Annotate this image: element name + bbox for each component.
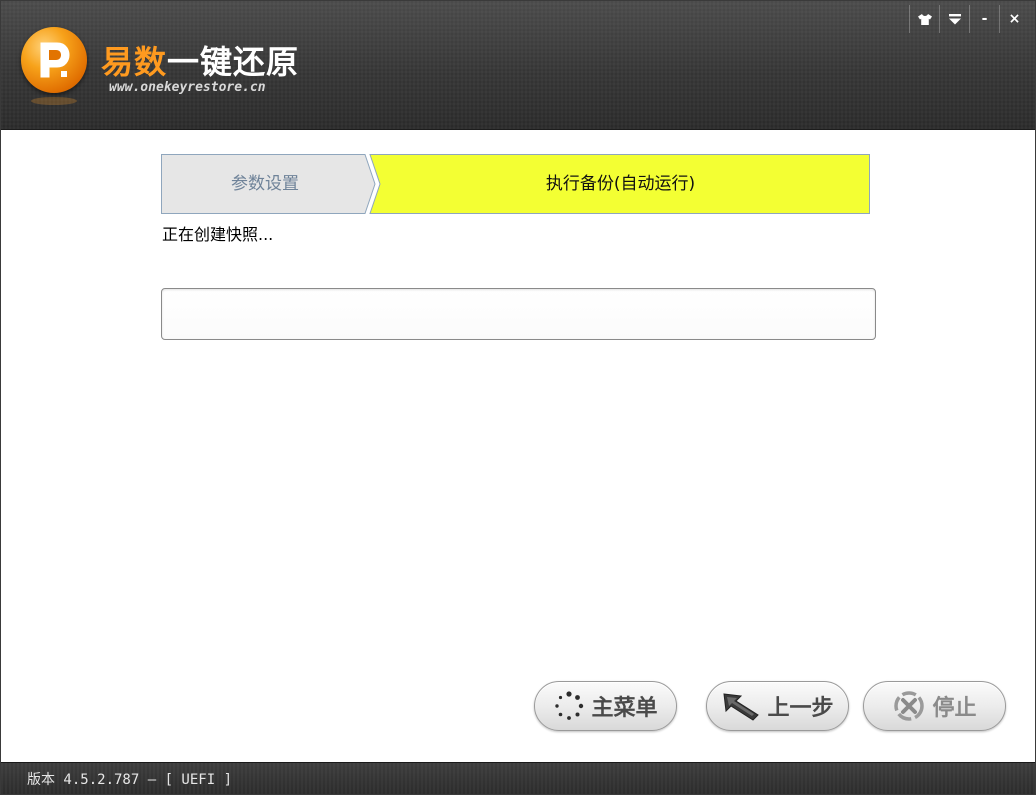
back-arrow-icon [723, 693, 760, 721]
progress-bar [161, 288, 876, 340]
window-controls: - × [909, 5, 1029, 33]
version-info: 版本 4.5.2.787 — [ UEFI ] [27, 772, 233, 788]
spinner-icon [555, 691, 584, 720]
menu-button[interactable] [939, 5, 969, 33]
status-bar: 版本 4.5.2.787 — [ UEFI ] [1, 762, 1035, 794]
stop-label: 停止 [932, 696, 977, 721]
stop-button[interactable]: 停止 [863, 681, 1006, 731]
tshirt-icon [917, 13, 932, 25]
previous-step-button[interactable]: 上一步 [706, 681, 849, 731]
main-menu-label: 主菜单 [591, 696, 658, 721]
step-parameter-settings: 参数设置 [231, 174, 299, 194]
title-bar[interactable]: 易数一键还原 www.onekeyrestore.cn - × [1, 1, 1035, 130]
close-button[interactable]: × [999, 5, 1029, 33]
main-menu-button[interactable]: 主菜单 [534, 681, 677, 731]
skin-button[interactable] [909, 5, 939, 33]
app-title: 易数一键还原 [101, 37, 299, 83]
app-title-brand: 易数 [101, 43, 168, 81]
app-website: www.onekeyrestore.cn [109, 80, 266, 95]
step-run-backup: 执行备份(自动运行) [545, 174, 696, 194]
app-logo-icon [21, 27, 87, 93]
stop-icon [894, 691, 925, 721]
minimize-button[interactable]: - [969, 5, 999, 33]
previous-step-label: 上一步 [767, 696, 834, 721]
app-window: 易数一键还原 www.onekeyrestore.cn - × 参数设置 执行备… [0, 0, 1036, 795]
status-message: 正在创建快照... [162, 225, 274, 244]
app-title-product: 一键还原 [167, 43, 300, 81]
wizard-steps: 参数设置 执行备份(自动运行) [161, 154, 870, 214]
dropdown-icon [948, 13, 961, 24]
logo-reflection [31, 97, 77, 105]
